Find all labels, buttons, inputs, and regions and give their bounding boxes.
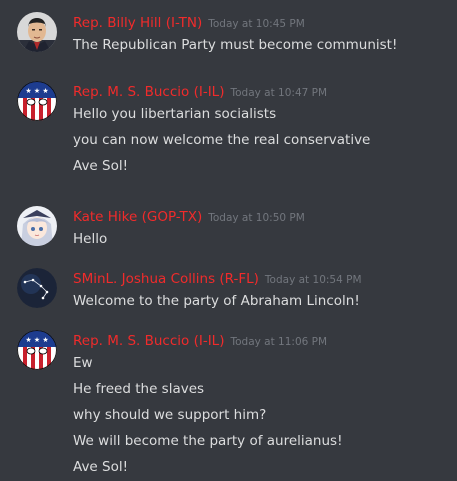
message-group: ★ ★ ★ Rep. M. S. Buccio (I-IL) Today at 1… [0,330,457,481]
svg-text:★ ★ ★: ★ ★ ★ [25,336,48,344]
username[interactable]: Rep. M. S. Buccio (I-IL) [73,333,224,349]
message-line: Ave Sol! [73,158,129,174]
username[interactable]: SMinL. Joshua Collins (R-FL) [73,271,259,287]
timestamp: Today at 10:47 PM [230,87,328,99]
message-group: ★ ★ ★ Rep. M. S. Buccio (I-IL) Today at 1… [0,81,457,197]
username[interactable]: Rep. Billy Hill (I-TN) [73,15,202,31]
message-header: Rep. M. S. Buccio (I-IL) Today at 10:47 P… [73,81,447,101]
message-header: Rep. Billy Hill (I-TN) Today at 10:45 PM [73,12,447,32]
message-line: He freed the slaves [73,381,205,397]
flag-ball-avatar-icon[interactable]: ★ ★ ★ [17,330,57,370]
message-header: Rep. M. S. Buccio (I-IL) Today at 11:06 P… [73,330,447,350]
message-line: Hello you libertarian socialists [73,106,277,122]
message-line: why should we support him? [73,407,267,423]
message-group: Kate Hike (GOP-TX) Today at 10:50 PM Hell… [0,206,457,250]
message-line: The Republican Party must become communi… [73,37,398,53]
username[interactable]: Kate Hike (GOP-TX) [73,209,202,225]
message-line: We will become the party of aurelianus! [73,433,343,449]
message-line: Welcome to the party of Abraham Lincoln! [73,293,360,309]
message-group: Rep. Billy Hill (I-TN) Today at 10:45 PM … [0,12,457,68]
message-header: Kate Hike (GOP-TX) Today at 10:50 PM [73,206,447,226]
timestamp: Today at 11:06 PM [230,336,328,348]
message-line: you can now welcome the real conservativ… [73,132,371,148]
svg-text:★ ★ ★: ★ ★ ★ [25,87,48,95]
constellation-avatar-icon[interactable] [17,268,57,308]
timestamp: Today at 10:45 PM [208,18,305,30]
leader-portrait-avatar-icon[interactable] [17,12,57,52]
message-group: SMinL. Joshua Collins (R-FL) Today at 10:… [0,268,457,312]
flag-ball-avatar-icon[interactable]: ★ ★ ★ [17,81,57,121]
message-line: Hello [73,231,108,247]
message-line: Ave Sol! [73,459,129,475]
message-line: Ew [73,355,93,371]
timestamp: Today at 10:54 PM [264,274,362,286]
timestamp: Today at 10:50 PM [208,212,305,224]
anime-girl-avatar-icon[interactable] [17,206,57,246]
username[interactable]: Rep. M. S. Buccio (I-IL) [73,84,224,100]
chat-messages: Rep. Billy Hill (I-TN) Today at 10:45 PM … [0,0,457,481]
message-header: SMinL. Joshua Collins (R-FL) Today at 10:… [73,268,447,288]
